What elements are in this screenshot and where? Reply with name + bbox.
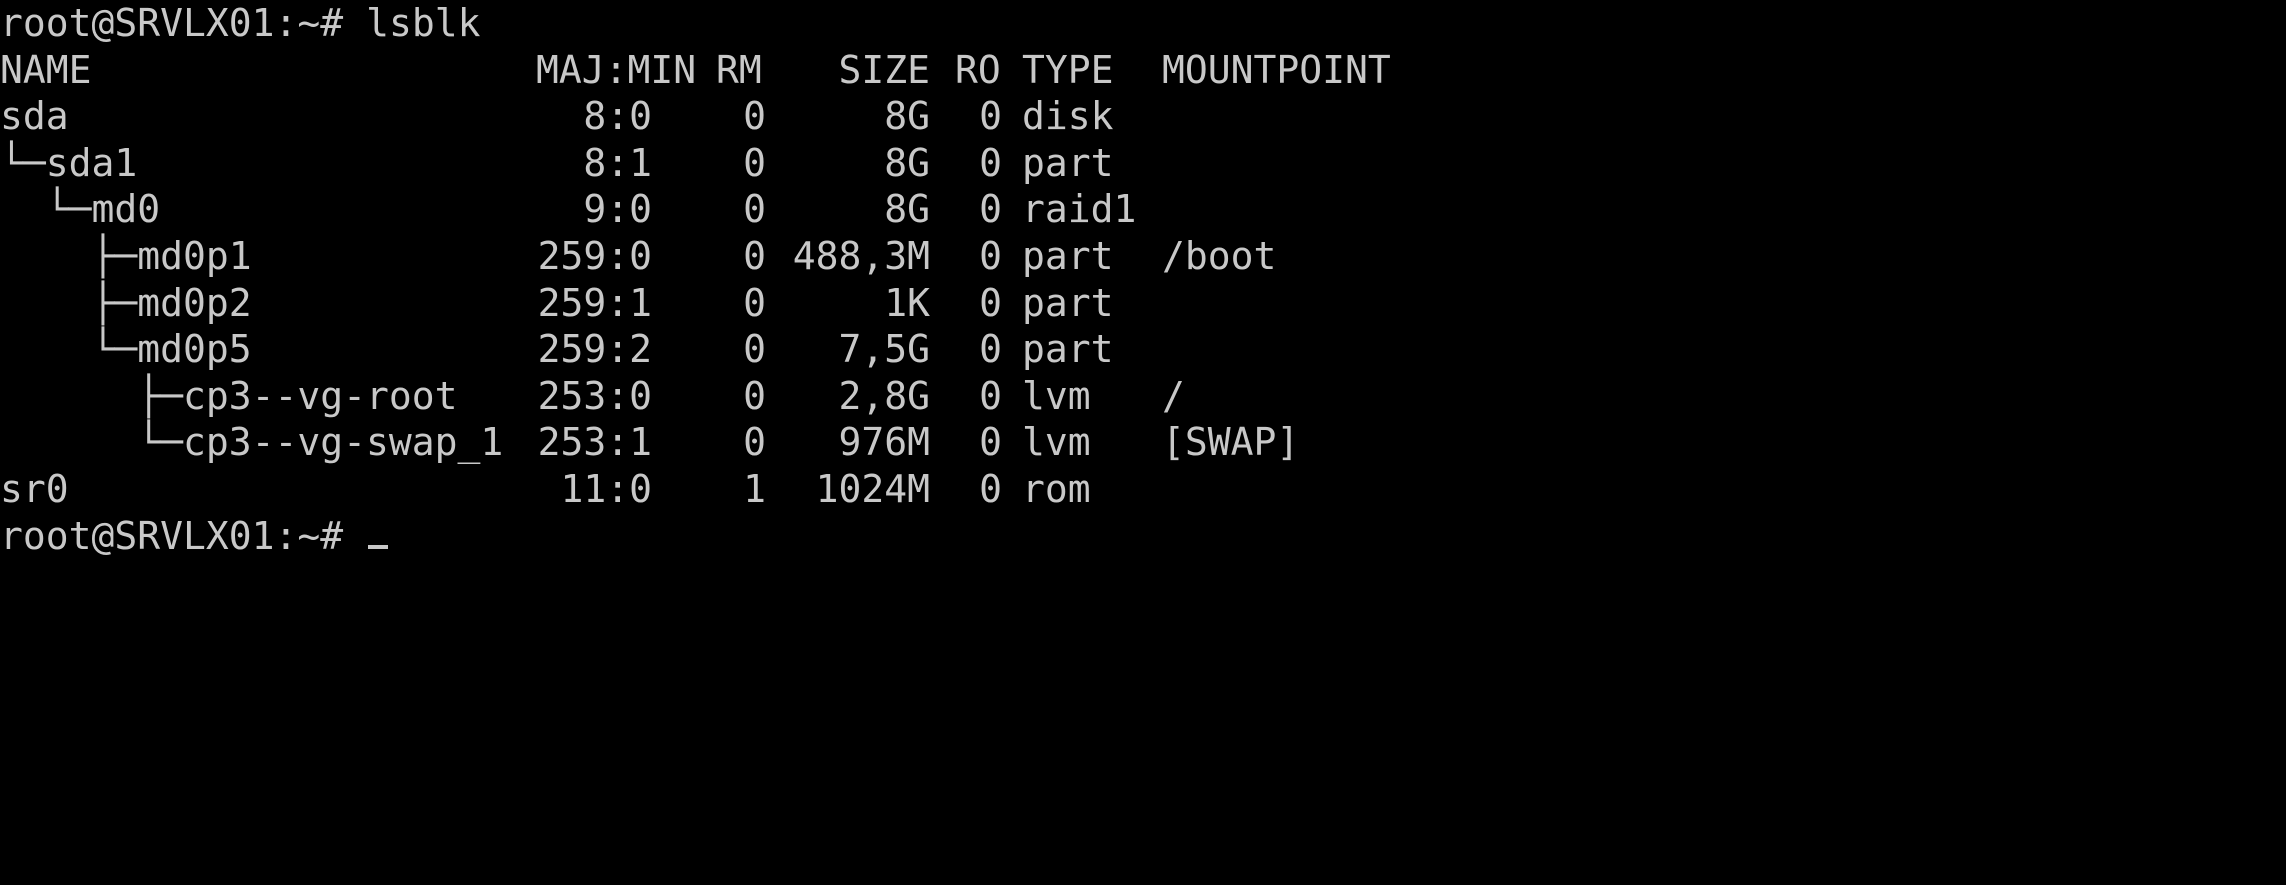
device-type: lvm xyxy=(1022,420,1091,465)
device-rm: 1 xyxy=(743,466,766,511)
device-ro: 0 xyxy=(979,466,1002,511)
device-name: ├─md0p2 xyxy=(0,280,252,325)
shell-prompt: root@SRVLX01:~# xyxy=(0,1,344,45)
device-name: ├─md0p1 xyxy=(0,233,252,278)
device-rm: 0 xyxy=(743,327,766,372)
device-ro: 0 xyxy=(979,280,1002,325)
header-mountpoint: MOUNTPOINT xyxy=(1162,47,1391,92)
device-type: rom xyxy=(1022,466,1091,511)
header-ro: RO xyxy=(955,47,1001,92)
device-mountpoint: [SWAP] xyxy=(1162,420,1300,465)
header-rm: RM xyxy=(716,47,762,92)
device-majmin: 8:1 xyxy=(583,140,652,185)
device-ro: 0 xyxy=(979,94,1002,139)
text-cursor xyxy=(368,544,389,549)
device-type: lvm xyxy=(1022,373,1091,418)
device-rm: 0 xyxy=(743,233,766,278)
device-size: 2,8G xyxy=(838,373,930,418)
table-row: ├─cp3--vg-root 253:0 0 2,8G 0 lvm / xyxy=(0,373,2286,420)
device-majmin: 259:0 xyxy=(537,233,652,278)
device-type: part xyxy=(1022,327,1114,372)
command-line: root@SRVLX01:~# lsblk xyxy=(0,0,2286,47)
device-rm: 0 xyxy=(743,140,766,185)
device-name: └─md0p5 xyxy=(0,327,252,372)
device-rm: 0 xyxy=(743,420,766,465)
device-type: part xyxy=(1022,280,1114,325)
table-row: └─cp3--vg-swap_1 253:1 0 976M 0 lvm [SWA… xyxy=(0,419,2286,466)
table-row: └─sda1 8:1 0 8G 0 part xyxy=(0,140,2286,187)
header-name: NAME xyxy=(0,47,92,92)
shell-prompt: root@SRVLX01:~# xyxy=(0,513,344,558)
device-type: raid1 xyxy=(1022,187,1137,232)
device-size: 1K xyxy=(884,280,930,325)
device-type: part xyxy=(1022,233,1114,278)
device-rm: 0 xyxy=(743,280,766,325)
input-line[interactable]: root@SRVLX01:~# xyxy=(0,513,2286,560)
device-rm: 0 xyxy=(743,94,766,139)
device-type: disk xyxy=(1022,94,1114,139)
table-header: NAME MAJ:MIN RM SIZE RO TYPE MOUNTPOINT xyxy=(0,47,2286,94)
device-size: 7,5G xyxy=(838,327,930,372)
header-size: SIZE xyxy=(838,47,930,92)
device-majmin: 259:1 xyxy=(537,280,652,325)
device-name: └─md0 xyxy=(0,187,161,232)
table-row: ├─md0p1 259:0 0 488,3M 0 part /boot xyxy=(0,233,2286,280)
header-type: TYPE xyxy=(1022,47,1114,92)
device-majmin: 11:0 xyxy=(560,466,652,511)
device-name: ├─cp3--vg-root xyxy=(0,373,458,418)
device-name: sda xyxy=(0,94,69,139)
device-ro: 0 xyxy=(979,420,1002,465)
device-size: 8G xyxy=(884,94,930,139)
device-size: 1024M xyxy=(815,466,930,511)
device-ro: 0 xyxy=(979,327,1002,372)
device-majmin: 253:0 xyxy=(537,373,652,418)
header-majmin: MAJ:MIN xyxy=(536,47,697,92)
table-row: ├─md0p2 259:1 0 1K 0 part xyxy=(0,280,2286,327)
device-size: 488,3M xyxy=(792,233,930,278)
device-ro: 0 xyxy=(979,373,1002,418)
command-text: lsblk xyxy=(366,1,481,45)
device-size: 8G xyxy=(884,140,930,185)
device-mountpoint: /boot xyxy=(1162,233,1277,278)
device-mountpoint: / xyxy=(1162,373,1185,418)
device-ro: 0 xyxy=(979,140,1002,185)
device-majmin: 253:1 xyxy=(537,420,652,465)
device-ro: 0 xyxy=(979,233,1002,278)
device-ro: 0 xyxy=(979,187,1002,232)
table-row: sda 8:0 0 8G 0 disk xyxy=(0,93,2286,140)
device-rm: 0 xyxy=(743,187,766,232)
terminal-window[interactable]: root@SRVLX01:~# lsblk NAME MAJ:MIN RM SI… xyxy=(0,0,2286,560)
device-type: part xyxy=(1022,140,1114,185)
device-majmin: 259:2 xyxy=(537,327,652,372)
table-row: └─md0p5 259:2 0 7,5G 0 part xyxy=(0,326,2286,373)
device-rm: 0 xyxy=(743,373,766,418)
table-row: └─md0 9:0 0 8G 0 raid1 xyxy=(0,186,2286,233)
device-majmin: 9:0 xyxy=(583,187,652,232)
device-name: └─sda1 xyxy=(0,140,138,185)
table-row: sr0 11:0 1 1024M 0 rom xyxy=(0,466,2286,513)
device-size: 976M xyxy=(838,420,930,465)
device-name: └─cp3--vg-swap_1 xyxy=(0,420,504,465)
device-size: 8G xyxy=(884,187,930,232)
device-majmin: 8:0 xyxy=(583,94,652,139)
device-name: sr0 xyxy=(0,466,69,511)
